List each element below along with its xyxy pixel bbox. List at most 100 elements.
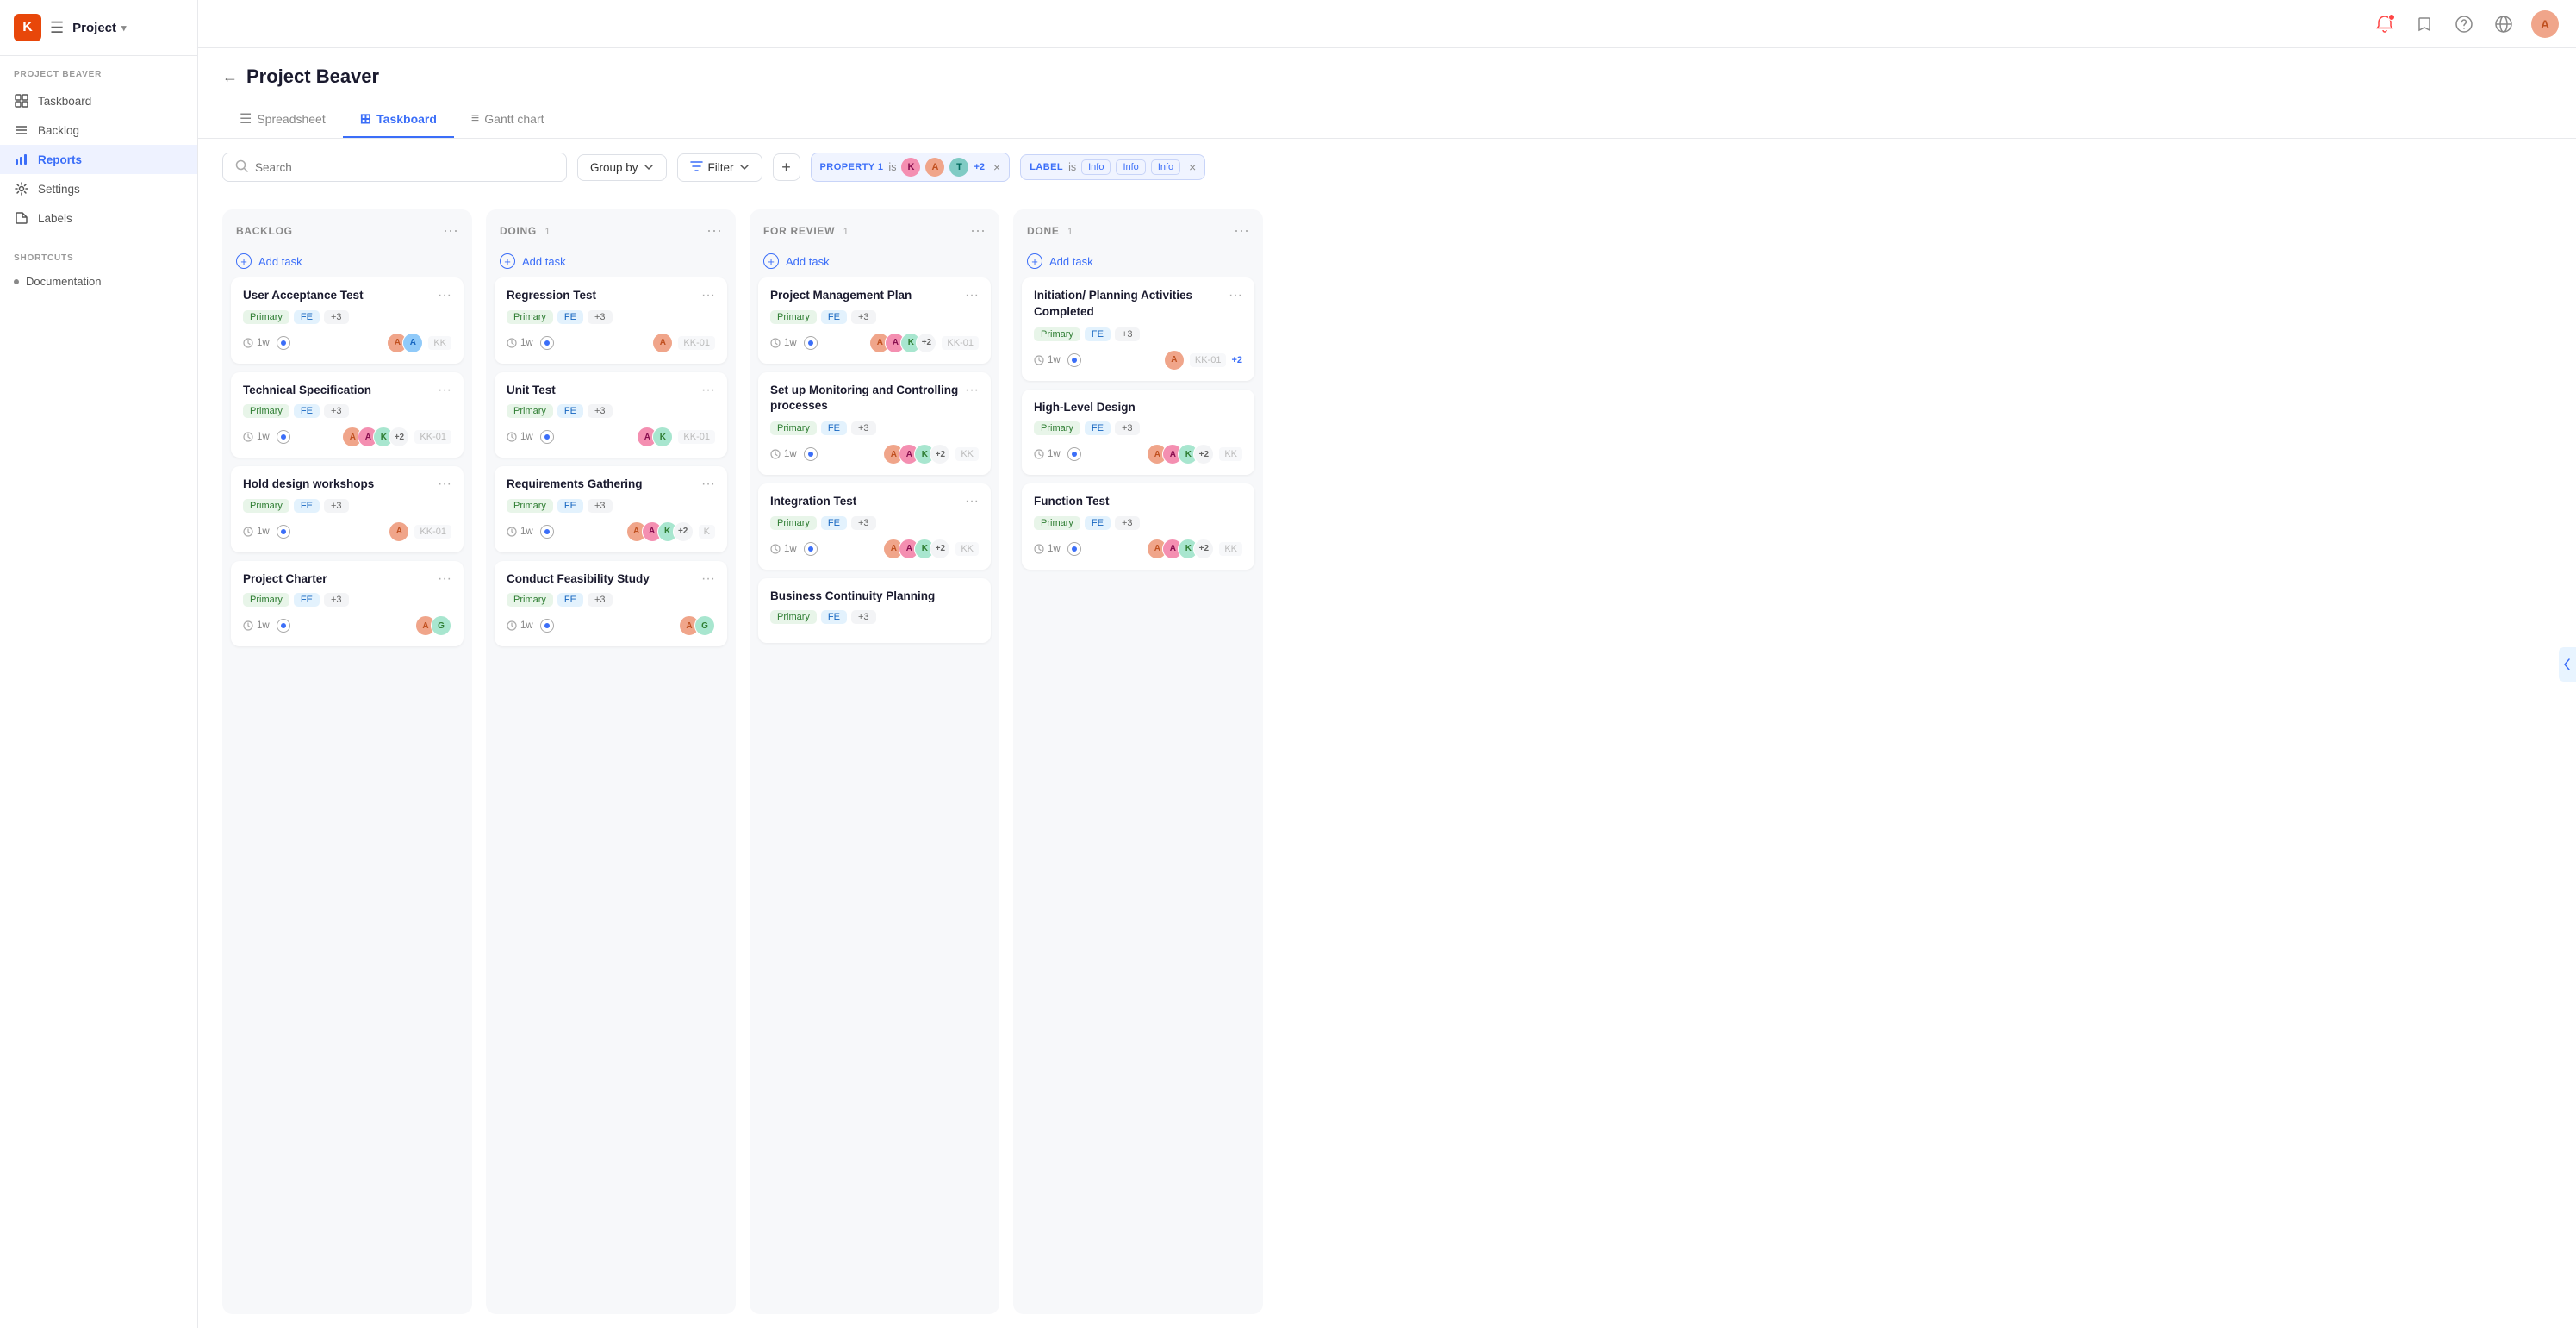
sidebar-item-settings[interactable]: Settings [0, 174, 197, 203]
tab-taskboard[interactable]: ⊞ Taskboard [343, 102, 454, 138]
user-avatar[interactable]: A [2531, 10, 2559, 38]
top-nav-right: A [2373, 10, 2559, 38]
add-task-for-review[interactable]: + Add task [750, 248, 999, 277]
sidebar-item-reports[interactable]: Reports [0, 145, 197, 174]
target-icon [804, 447, 818, 461]
backlog-icon [14, 122, 29, 138]
page-title: Project Beaver [246, 65, 379, 88]
back-button[interactable]: ← [222, 68, 238, 86]
filter-label: Filter [708, 161, 734, 174]
clock-icon [507, 432, 517, 442]
property-filter-is: is [888, 161, 896, 173]
add-task-backlog-label: Add task [258, 255, 302, 268]
avatar: A [652, 333, 673, 353]
card-title-bcp: Business Continuity Planning [770, 589, 935, 604]
card-pmp-menu-icon[interactable]: ··· [965, 288, 979, 303]
add-task-done[interactable]: + Add task [1013, 248, 1263, 277]
group-by-arrow-icon [644, 162, 654, 172]
tag-more: +3 [324, 404, 349, 418]
target-icon [277, 619, 290, 633]
card-project-mgmt-plan: Project Management Plan ··· Primary FE +… [758, 277, 991, 364]
avatar-more: +2 [1193, 444, 1214, 464]
property-filter-label: PROPERTY 1 [820, 162, 884, 172]
card-uat-menu-icon[interactable]: ··· [438, 288, 451, 303]
column-doing-header: DOING 1 ··· [486, 209, 736, 248]
right-panel-toggle[interactable] [2559, 647, 2576, 682]
toolbar: Group by Filter + PROPERTY 1 is K A T [198, 139, 2576, 196]
gantt-tab-icon: ≡ [471, 111, 479, 127]
card-ip-menu-icon[interactable]: ··· [1229, 288, 1242, 303]
group-by-button[interactable]: Group by [577, 154, 667, 181]
clock-icon [243, 338, 253, 348]
card-title-ft: Function Test [1034, 494, 1110, 509]
card-fs-menu-icon[interactable]: ··· [701, 571, 715, 587]
shortcut-documentation-label: Documentation [26, 275, 101, 288]
add-task-backlog[interactable]: + Add task [222, 248, 472, 277]
card-ts-menu-icon[interactable]: ··· [438, 383, 451, 398]
column-done: DONE 1 ··· + Add task Initiation/ Planni… [1013, 209, 1263, 1314]
tag-fe: FE [294, 310, 320, 324]
clock-icon [770, 449, 781, 459]
column-done-menu-icon[interactable]: ··· [1234, 221, 1249, 240]
sidebar-item-taskboard[interactable]: Taskboard [0, 86, 197, 115]
help-button[interactable] [2452, 12, 2476, 36]
avatar-more: +2 [389, 427, 409, 447]
label-filter-is: is [1068, 161, 1076, 173]
card-regression-test: Regression Test ··· Primary FE +3 [495, 277, 727, 364]
shortcuts-title: SHORTCUTS [0, 253, 197, 270]
tab-gantt-label: Gantt chart [484, 112, 544, 126]
add-task-doing[interactable]: + Add task [486, 248, 736, 277]
clock-icon [1034, 449, 1044, 459]
add-filter-button[interactable]: + [773, 153, 800, 181]
property-filter-tag: PROPERTY 1 is K A T +2 × [811, 153, 1011, 182]
project-dropdown[interactable]: Project ▾ [72, 21, 126, 35]
avatar: A [389, 521, 409, 542]
tab-spreadsheet[interactable]: ☰ Spreadsheet [222, 102, 343, 138]
card-title-it: Integration Test [770, 494, 856, 509]
card-title-pc: Project Charter [243, 571, 327, 587]
hamburger-icon[interactable]: ☰ [50, 19, 64, 37]
avatar: G [431, 615, 451, 636]
search-box[interactable] [222, 153, 567, 182]
tab-gantt[interactable]: ≡ Gantt chart [454, 102, 562, 138]
labels-icon [14, 210, 29, 226]
card-unit-test: Unit Test ··· Primary FE +3 [495, 372, 727, 458]
card-ts-footer: 1w A A K +2 KK [243, 427, 451, 447]
add-task-done-icon: + [1027, 253, 1042, 269]
card-pc-menu-icon[interactable]: ··· [438, 571, 451, 587]
bookmark-button[interactable] [2412, 12, 2436, 36]
card-mc-menu-icon[interactable]: ··· [965, 383, 979, 398]
notification-badge [2388, 14, 2395, 21]
filter-button[interactable]: Filter [677, 153, 762, 182]
spreadsheet-tab-icon: ☰ [240, 110, 252, 128]
column-doing-menu-icon[interactable]: ··· [706, 221, 722, 240]
shortcut-dot-icon [14, 279, 19, 284]
card-it-menu-icon[interactable]: ··· [965, 494, 979, 509]
notification-button[interactable] [2373, 12, 2397, 36]
tabs: ☰ Spreadsheet ⊞ Taskboard ≡ Gantt chart [222, 102, 2552, 138]
globe-button[interactable] [2492, 12, 2516, 36]
card-design-workshops: Hold design workshops ··· Primary FE +3 [231, 466, 464, 552]
card-uat-time: 1w [243, 338, 270, 348]
card-rg-menu-icon[interactable]: ··· [701, 477, 715, 492]
property-filter-close[interactable]: × [993, 160, 1000, 174]
column-backlog-title: BACKLOG [236, 225, 293, 237]
card-ut-menu-icon[interactable]: ··· [701, 383, 715, 398]
target-icon [540, 430, 554, 444]
card-rt-menu-icon[interactable]: ··· [701, 288, 715, 303]
card-initiation-planning: Initiation/ Planning Activities Complete… [1022, 277, 1254, 381]
card-dw-tags: Primary FE +3 [243, 499, 451, 513]
column-backlog-header: BACKLOG ··· [222, 209, 472, 248]
avatar: G [694, 615, 715, 636]
tag-primary: Primary [243, 404, 289, 418]
card-dw-menu-icon[interactable]: ··· [438, 477, 451, 492]
column-for-review-menu-icon[interactable]: ··· [970, 221, 986, 240]
sidebar-item-backlog[interactable]: Backlog [0, 115, 197, 145]
label-filter-close[interactable]: × [1189, 160, 1196, 174]
column-backlog-menu-icon[interactable]: ··· [443, 221, 458, 240]
search-input[interactable] [255, 161, 554, 174]
shortcut-documentation[interactable]: Documentation [0, 270, 197, 293]
sidebar-item-labels[interactable]: Labels [0, 203, 197, 233]
column-doing-title: DOING [500, 225, 537, 237]
board: BACKLOG ··· + Add task User Acceptance T… [198, 196, 2576, 1328]
